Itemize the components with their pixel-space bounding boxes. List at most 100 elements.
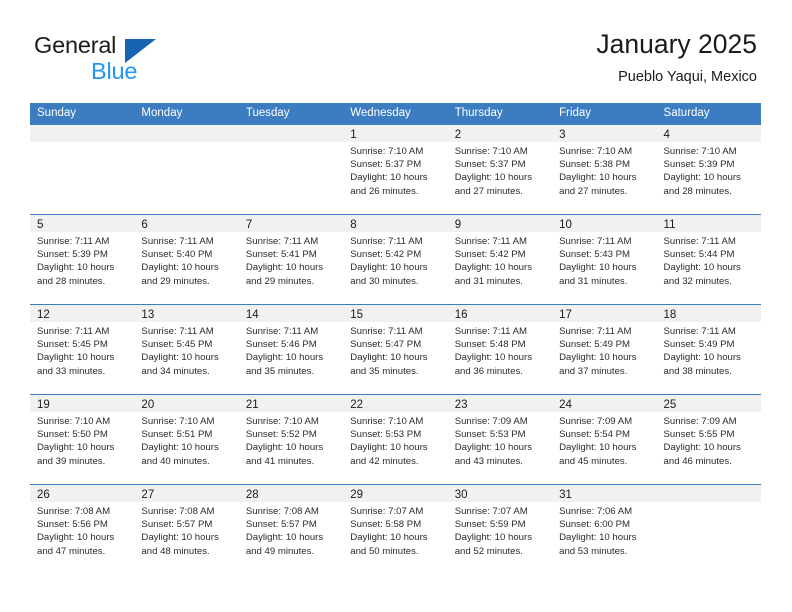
day-cell[interactable]: 20 Sunrise: 7:10 AM Sunset: 5:51 PM Dayl…	[134, 395, 239, 484]
day-cell[interactable]: 13 Sunrise: 7:11 AM Sunset: 5:45 PM Dayl…	[134, 305, 239, 394]
day-cell[interactable]: 17 Sunrise: 7:11 AM Sunset: 5:49 PM Dayl…	[552, 305, 657, 394]
page-header: General Blue January 2025 Pueblo Yaqui, …	[0, 0, 792, 103]
day-cell[interactable]: 5 Sunrise: 7:11 AM Sunset: 5:39 PM Dayli…	[30, 215, 135, 304]
day-cell[interactable]: 27 Sunrise: 7:08 AM Sunset: 5:57 PM Dayl…	[134, 485, 239, 574]
general-blue-logo[interactable]: General Blue	[34, 32, 224, 86]
daylight-line-1: Daylight: 10 hours	[454, 352, 533, 364]
daylight-line-1: Daylight: 10 hours	[141, 532, 219, 544]
daylight-line-2: and 50 minutes.	[350, 545, 419, 557]
day-cell[interactable]: 14 Sunrise: 7:11 AM Sunset: 5:46 PM Dayl…	[238, 305, 344, 394]
day-details: Sunrise: 7:07 AM Sunset: 5:58 PM Dayligh…	[343, 502, 447, 558]
sunset-line: Sunset: 5:53 PM	[454, 429, 526, 441]
day-cell[interactable]: 26 Sunrise: 7:08 AM Sunset: 5:56 PM Dayl…	[30, 485, 135, 574]
day-number: 12	[37, 309, 50, 321]
sunset-line: Sunset: 5:41 PM	[245, 249, 317, 261]
sunrise-line: Sunrise: 7:10 AM	[350, 416, 424, 427]
daylight-line-1: Daylight: 10 hours	[245, 442, 324, 454]
day-cell[interactable]: 25 Sunrise: 7:09 AM Sunset: 5:55 PM Dayl…	[656, 395, 761, 484]
day-number: 25	[663, 399, 677, 411]
day-cell[interactable]: 30 Sunrise: 7:07 AM Sunset: 5:59 PM Dayl…	[447, 485, 553, 574]
daylight-line-1: Daylight: 10 hours	[454, 172, 533, 184]
daylight-line-1: Daylight: 10 hours	[141, 262, 219, 274]
day-cell[interactable]: 11 Sunrise: 7:11 AM Sunset: 5:44 PM Dayl…	[656, 215, 761, 304]
day-cell[interactable]: 28 Sunrise: 7:08 AM Sunset: 5:57 PM Dayl…	[238, 485, 344, 574]
daylight-line-2: and 41 minutes.	[245, 455, 315, 467]
day-number-band: 11	[656, 215, 761, 232]
day-cell[interactable]: 4 Sunrise: 7:10 AM Sunset: 5:39 PM Dayli…	[656, 125, 761, 214]
day-cell[interactable]: 2 Sunrise: 7:10 AM Sunset: 5:37 PM Dayli…	[447, 125, 553, 214]
weekday-header-friday: Friday	[559, 107, 592, 119]
day-cell[interactable]: 12 Sunrise: 7:11 AM Sunset: 5:45 PM Dayl…	[30, 305, 135, 394]
day-cell[interactable]	[30, 125, 135, 214]
sunset-line: Sunset: 5:57 PM	[141, 519, 213, 531]
sunset-line: Sunset: 5:43 PM	[559, 249, 631, 261]
day-cell[interactable]	[238, 125, 344, 214]
day-details: Sunrise: 7:09 AM Sunset: 5:53 PM Dayligh…	[448, 412, 552, 468]
day-details: Sunrise: 7:10 AM Sunset: 5:38 PM Dayligh…	[552, 142, 656, 198]
calendar-grid: Sunday Monday Tuesday Wednesday Thursday…	[30, 103, 761, 574]
daylight-line-2: and 28 minutes.	[663, 185, 732, 197]
daylight-line-2: and 45 minutes.	[559, 455, 628, 467]
day-cell[interactable]: 10 Sunrise: 7:11 AM Sunset: 5:43 PM Dayl…	[552, 215, 657, 304]
day-cell[interactable]: 15 Sunrise: 7:11 AM Sunset: 5:47 PM Dayl…	[343, 305, 448, 394]
day-number-band: 7	[238, 215, 344, 232]
daylight-line-2: and 28 minutes.	[37, 275, 106, 287]
day-number: 27	[141, 489, 155, 501]
calendar-page: General Blue January 2025 Pueblo Yaqui, …	[0, 0, 792, 612]
sunrise-line: Sunrise: 7:09 AM	[454, 416, 528, 427]
week-row: 12 Sunrise: 7:11 AM Sunset: 5:45 PM Dayl…	[30, 304, 761, 394]
sunset-line: Sunset: 5:47 PM	[350, 339, 422, 351]
daylight-line-2: and 35 minutes.	[350, 365, 419, 377]
daylight-line-1: Daylight: 10 hours	[37, 352, 115, 364]
week-row: 1 Sunrise: 7:10 AM Sunset: 5:37 PM Dayli…	[30, 124, 761, 214]
daylight-line-2: and 52 minutes.	[454, 545, 523, 557]
day-cell[interactable]: 18 Sunrise: 7:11 AM Sunset: 5:49 PM Dayl…	[656, 305, 761, 394]
day-details: Sunrise: 7:10 AM Sunset: 5:37 PM Dayligh…	[448, 142, 552, 198]
day-cell[interactable]: 21 Sunrise: 7:10 AM Sunset: 5:52 PM Dayl…	[238, 395, 344, 484]
day-cell[interactable]: 31 Sunrise: 7:06 AM Sunset: 6:00 PM Dayl…	[552, 485, 657, 574]
week-row: 19 Sunrise: 7:10 AM Sunset: 5:50 PM Dayl…	[30, 394, 761, 484]
sunrise-line: Sunrise: 7:11 AM	[37, 236, 110, 247]
day-cell[interactable]: 6 Sunrise: 7:11 AM Sunset: 5:40 PM Dayli…	[134, 215, 239, 304]
daylight-line-2: and 37 minutes.	[559, 365, 628, 377]
day-number: 7	[245, 219, 253, 231]
day-cell[interactable]: 1 Sunrise: 7:10 AM Sunset: 5:37 PM Dayli…	[343, 125, 448, 214]
title-block: January 2025 Pueblo Yaqui, Mexico	[596, 28, 757, 87]
day-cell[interactable]: 3 Sunrise: 7:10 AM Sunset: 5:38 PM Dayli…	[552, 125, 657, 214]
day-number-band: 9	[447, 215, 553, 232]
day-number: 14	[245, 309, 259, 321]
day-cell[interactable]: 16 Sunrise: 7:11 AM Sunset: 5:48 PM Dayl…	[447, 305, 553, 394]
day-details	[657, 502, 761, 505]
daylight-line-2: and 27 minutes.	[559, 185, 628, 197]
day-number-band	[238, 125, 344, 142]
day-cell[interactable]: 22 Sunrise: 7:10 AM Sunset: 5:53 PM Dayl…	[343, 395, 448, 484]
day-cell[interactable]	[134, 125, 239, 214]
sunrise-line: Sunrise: 7:11 AM	[663, 326, 736, 337]
daylight-line-2: and 47 minutes.	[37, 545, 106, 557]
day-cell[interactable]: 9 Sunrise: 7:11 AM Sunset: 5:42 PM Dayli…	[447, 215, 553, 304]
daylight-line-1: Daylight: 10 hours	[559, 172, 637, 184]
day-cell[interactable]: 29 Sunrise: 7:07 AM Sunset: 5:58 PM Dayl…	[343, 485, 448, 574]
day-cell[interactable]: 19 Sunrise: 7:10 AM Sunset: 5:50 PM Dayl…	[30, 395, 135, 484]
day-details: Sunrise: 7:11 AM Sunset: 5:43 PM Dayligh…	[552, 232, 656, 288]
day-cell[interactable]	[656, 485, 761, 574]
weekday-header-saturday: Saturday	[663, 107, 710, 119]
sunset-line: Sunset: 5:53 PM	[350, 429, 422, 441]
sunrise-line: Sunrise: 7:10 AM	[663, 146, 737, 157]
sunrise-line: Sunrise: 7:08 AM	[37, 506, 111, 517]
sunset-line: Sunset: 5:52 PM	[245, 429, 317, 441]
sunset-line: Sunset: 5:38 PM	[559, 159, 631, 171]
daylight-line-2: and 42 minutes.	[350, 455, 419, 467]
day-cell[interactable]: 24 Sunrise: 7:09 AM Sunset: 5:54 PM Dayl…	[552, 395, 657, 484]
sunset-line: Sunset: 5:40 PM	[141, 249, 213, 261]
daylight-line-1: Daylight: 10 hours	[350, 262, 428, 274]
day-details: Sunrise: 7:11 AM Sunset: 5:42 PM Dayligh…	[448, 232, 552, 288]
page-subtitle: Pueblo Yaqui, Mexico	[618, 69, 757, 85]
day-cell[interactable]: 8 Sunrise: 7:11 AM Sunset: 5:42 PM Dayli…	[343, 215, 448, 304]
day-cell[interactable]: 23 Sunrise: 7:09 AM Sunset: 5:53 PM Dayl…	[447, 395, 553, 484]
day-number: 3	[559, 129, 566, 141]
daylight-line-2: and 29 minutes.	[245, 275, 315, 287]
sunrise-line: Sunrise: 7:08 AM	[141, 506, 215, 517]
day-cell[interactable]: 7 Sunrise: 7:11 AM Sunset: 5:41 PM Dayli…	[238, 215, 344, 304]
day-number-band: 25	[656, 395, 761, 412]
